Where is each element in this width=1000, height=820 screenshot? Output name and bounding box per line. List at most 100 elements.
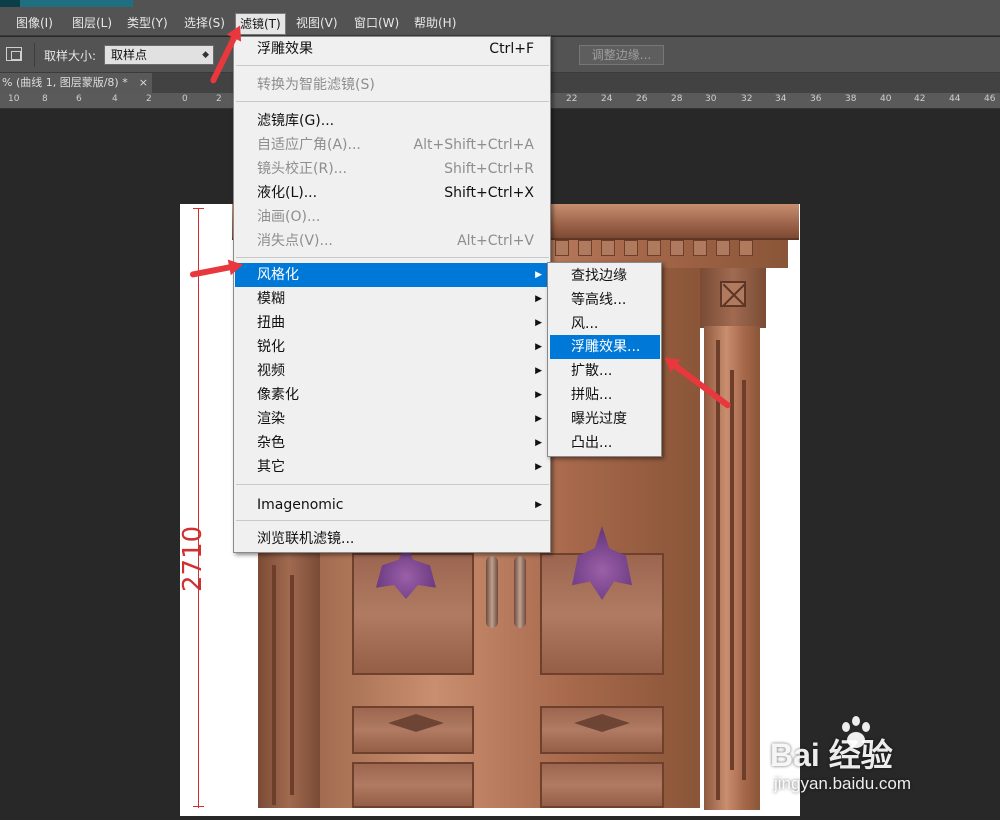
stylize-submenu: 查找边缘 等高线... 风... 浮雕效果... 扩散... 拼贴... 曝光过… (547, 262, 662, 457)
dimension-line (198, 208, 199, 808)
menu-item-distort[interactable]: 扭曲 ▶ (235, 311, 550, 335)
door-dentil (693, 240, 707, 256)
submenu-arrow-icon: ▶ (535, 500, 542, 510)
door-dentil (647, 240, 661, 256)
submenu-item-extrude[interactable]: 凸出... (550, 431, 660, 455)
menu-item-vanishing-point[interactable]: 消失点(V)... Alt+Ctrl+V (235, 229, 550, 253)
menu-item-label: 像素化 (257, 387, 299, 403)
menu-item-lens-correction[interactable]: 镜头校正(R)... Shift+Ctrl+R (235, 157, 550, 181)
title-strip (0, 0, 1000, 8)
column-groove (716, 340, 720, 800)
ruler-label: 0 (182, 94, 188, 104)
menu-bar: 图像(I) 图层(L) 类型(Y) 选择(S) 滤镜(T) 视图(V) 窗口(W… (0, 8, 1000, 36)
ruler-label: 36 (810, 94, 822, 104)
refine-edge-button[interactable]: 调整边缘... (579, 45, 664, 65)
ruler-label: 4 (112, 94, 118, 104)
eyedropper-tool-icon[interactable] (6, 47, 22, 61)
menu-item-label: 锐化 (257, 339, 285, 355)
ruler-label: 30 (705, 94, 717, 104)
submenu-arrow-icon: ▶ (535, 270, 542, 280)
submenu-item-diffuse[interactable]: 扩散... (550, 359, 660, 383)
menu-type[interactable]: 类型(Y) (123, 13, 172, 33)
menu-separator (236, 257, 549, 258)
menu-item-label: 油画(O)... (257, 209, 321, 225)
menu-item-filter-gallery[interactable]: 滤镜库(G)... (235, 109, 550, 133)
menu-item-convert-smart-filter[interactable]: 转换为智能滤镜(S) (235, 73, 550, 97)
column-groove (742, 380, 746, 780)
dimension-cap-top (193, 208, 204, 209)
menu-item-label: 视频 (257, 363, 285, 379)
ruler-label: 40 (880, 94, 892, 104)
menu-item-label: 渲染 (257, 411, 285, 427)
submenu-item-find-edges[interactable]: 查找边缘 (550, 264, 660, 288)
logo-mark-icon (0, 0, 20, 7)
menu-item-adaptive-wide-angle[interactable]: 自适应广角(A)... Alt+Shift+Ctrl+A (235, 133, 550, 157)
menu-help[interactable]: 帮助(H) (410, 13, 460, 33)
options-divider (34, 43, 35, 67)
menu-item-oil-paint[interactable]: 油画(O)... (235, 205, 550, 229)
ruler-label: 44 (949, 94, 961, 104)
menu-item-stylize[interactable]: 风格化 ▶ (235, 263, 550, 287)
menu-item-other[interactable]: 其它 ▶ (235, 455, 550, 479)
menu-item-blur[interactable]: 模糊 ▶ (235, 287, 550, 311)
close-tab-icon[interactable]: × (139, 73, 148, 93)
menu-item-label: 滤镜库(G)... (257, 113, 335, 129)
menu-separator (236, 520, 549, 521)
watermark-url: jingyan.baidu.com (774, 774, 912, 793)
submenu-arrow-icon: ▶ (535, 390, 542, 400)
door-dentil (716, 240, 730, 256)
submenu-arrow-icon: ▶ (535, 462, 542, 472)
menu-item-label: 扭曲 (257, 315, 285, 331)
menu-image[interactable]: 图像(I) (12, 13, 57, 33)
menu-item-label: 自适应广角(A)... (257, 137, 361, 153)
menu-item-shortcut: Alt+Ctrl+V (457, 233, 534, 249)
menu-item-shortcut: Alt+Shift+Ctrl+A (413, 137, 534, 153)
menu-select[interactable]: 选择(S) (180, 13, 229, 33)
menu-item-emboss-last[interactable]: 浮雕效果 Ctrl+F (235, 37, 550, 61)
ruler-label: 26 (636, 94, 648, 104)
ruler-label: 24 (601, 94, 613, 104)
submenu-item-emboss[interactable]: 浮雕效果... (550, 335, 660, 359)
menu-item-noise[interactable]: 杂色 ▶ (235, 431, 550, 455)
door-base-panel-left (352, 762, 474, 808)
select-arrows-icon: ◆ (202, 50, 209, 60)
submenu-arrow-icon: ▶ (535, 366, 542, 376)
menu-item-label: 其它 (257, 459, 285, 475)
menu-item-browse-filters-online[interactable]: 浏览联机滤镜... (235, 527, 550, 551)
ruler-label: 46 (984, 94, 996, 104)
column-groove (290, 575, 294, 795)
ruler-label: 10 (8, 94, 20, 104)
sample-size-select[interactable]: 取样点 ◆ (104, 45, 214, 65)
dimension-cap-bottom (193, 806, 204, 807)
menu-item-sharpen[interactable]: 锐化 ▶ (235, 335, 550, 359)
submenu-arrow-icon: ▶ (535, 438, 542, 448)
ruler-label: 2 (146, 94, 152, 104)
submenu-item-solarize[interactable]: 曝光过度 (550, 407, 660, 431)
menu-window[interactable]: 窗口(W) (350, 13, 403, 33)
menu-item-video[interactable]: 视频 ▶ (235, 359, 550, 383)
menu-item-imagenomic[interactable]: Imagenomic ▶ (235, 493, 550, 517)
ruler-label: 34 (775, 94, 787, 104)
door-dentil (578, 240, 592, 256)
submenu-item-wind[interactable]: 风... (550, 312, 660, 336)
menu-item-shortcut: Shift+Ctrl+X (444, 185, 534, 201)
menu-item-label: 液化(L)... (257, 185, 318, 201)
ruler-label: 2 (216, 94, 222, 104)
menu-item-liquify[interactable]: 液化(L)... Shift+Ctrl+X (235, 181, 550, 205)
menu-view[interactable]: 视图(V) (292, 13, 342, 33)
menu-separator (236, 65, 549, 66)
document-tab[interactable]: % (曲线 1, 图层蒙版/8) * × (0, 73, 152, 93)
menu-item-render[interactable]: 渲染 ▶ (235, 407, 550, 431)
ruler-label: 32 (741, 94, 753, 104)
menu-item-pixelate[interactable]: 像素化 ▶ (235, 383, 550, 407)
dimension-label: 2710 (178, 525, 208, 592)
submenu-item-tiles[interactable]: 拼贴... (550, 383, 660, 407)
ruler-label: 38 (845, 94, 857, 104)
door-base-panel-right (540, 762, 664, 808)
ruler-label: 22 (566, 94, 578, 104)
menu-layer[interactable]: 图层(L) (68, 13, 116, 33)
submenu-item-trace-contour[interactable]: 等高线... (550, 288, 660, 312)
column-groove (272, 565, 276, 805)
menu-item-shortcut: Ctrl+F (489, 41, 534, 57)
menu-item-label: 转换为智能滤镜(S) (257, 77, 375, 93)
